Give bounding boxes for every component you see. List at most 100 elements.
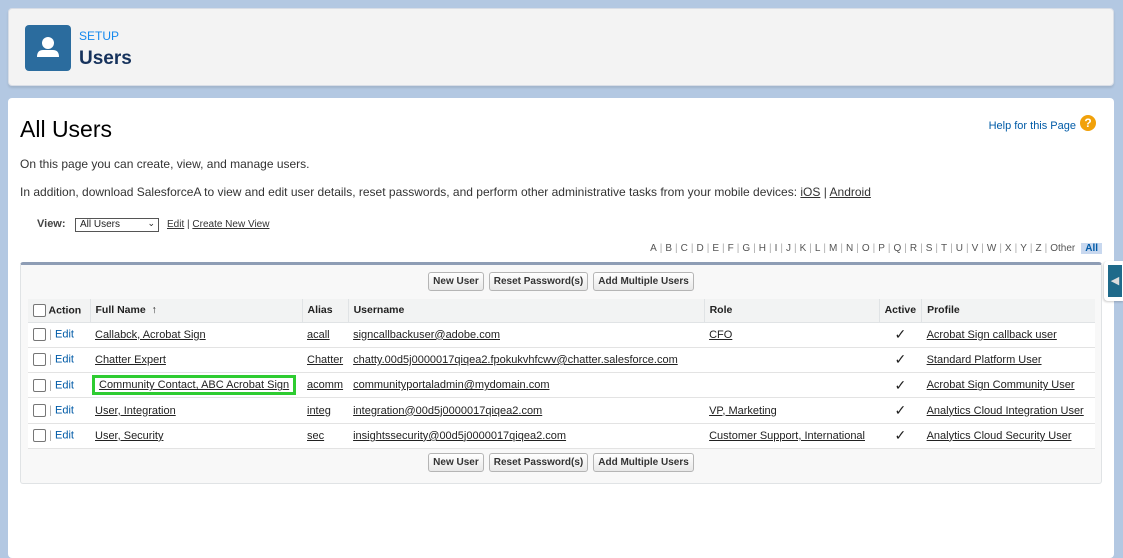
alpha-filter-item[interactable]: G bbox=[739, 243, 753, 254]
row-checkbox[interactable] bbox=[33, 404, 46, 418]
view-links: Edit | Create New View bbox=[167, 219, 269, 230]
alpha-filter-item[interactable]: T bbox=[938, 243, 950, 254]
row-checkbox[interactable] bbox=[33, 429, 46, 443]
alpha-filter-item[interactable]: U bbox=[953, 243, 966, 254]
bottom-buttons: New User Reset Password(s) Add Multiple … bbox=[21, 453, 1101, 472]
column-role[interactable]: Role bbox=[703, 299, 880, 323]
alias-link[interactable]: acall bbox=[307, 329, 330, 341]
page-header: SETUP Users bbox=[8, 8, 1114, 86]
column-alias[interactable]: Alias bbox=[301, 299, 349, 323]
alpha-filter-item[interactable]: E bbox=[709, 243, 722, 254]
view-select[interactable]: All Users ⌄ bbox=[75, 218, 159, 232]
username-link[interactable]: insightssecurity@00d5j0000017qiqea2.com bbox=[353, 430, 566, 442]
alpha-filter-item[interactable]: V bbox=[969, 243, 982, 254]
row-checkbox[interactable] bbox=[33, 353, 46, 367]
edit-link[interactable]: Edit bbox=[55, 329, 74, 341]
chevron-down-icon: ⌄ bbox=[147, 218, 155, 228]
edit-link[interactable]: Edit bbox=[55, 430, 74, 442]
alpha-filter-item[interactable]: L bbox=[812, 243, 824, 254]
edit-link[interactable]: Edit bbox=[55, 404, 74, 416]
separator: | bbox=[49, 404, 52, 417]
alias-link[interactable]: acomm bbox=[307, 379, 343, 391]
profile-link[interactable]: Analytics Cloud Security User bbox=[927, 430, 1072, 442]
alpha-filter-item[interactable]: Z bbox=[1032, 243, 1044, 254]
full-name-link[interactable]: User, Security bbox=[95, 430, 163, 442]
ios-link[interactable]: iOS bbox=[800, 185, 820, 199]
alpha-filter-item[interactable]: R bbox=[907, 243, 920, 254]
alpha-filter-item[interactable]: J bbox=[783, 243, 794, 254]
mobile-text-body: In addition, download SalesforceA to vie… bbox=[20, 185, 801, 199]
column-full-name-label: Full Name bbox=[95, 304, 146, 317]
new-user-button[interactable]: New User bbox=[428, 453, 484, 472]
full-name-link[interactable]: Community Contact, ABC Acrobat Sign bbox=[91, 375, 297, 396]
role-link[interactable]: CFO bbox=[709, 329, 732, 341]
create-view-link[interactable]: Create New View bbox=[192, 219, 269, 230]
alpha-filter-item[interactable]: F bbox=[725, 243, 737, 254]
profile-link[interactable]: Standard Platform User bbox=[927, 354, 1042, 366]
select-all-checkbox[interactable] bbox=[33, 303, 46, 317]
alpha-filter-item[interactable]: Other bbox=[1047, 243, 1078, 254]
collapse-left-icon: ◀ bbox=[1108, 265, 1122, 297]
username-link[interactable]: integration@00d5j0000017qiqea2.com bbox=[353, 405, 542, 417]
breadcrumb-setup[interactable]: SETUP bbox=[79, 29, 119, 43]
username-link[interactable]: signcallbackuser@adobe.com bbox=[353, 329, 500, 341]
column-profile[interactable]: Profile bbox=[921, 299, 1095, 323]
alpha-filter-item[interactable]: X bbox=[1002, 243, 1015, 254]
active-checkmark-icon: ✓ bbox=[879, 347, 922, 374]
column-username[interactable]: Username bbox=[347, 299, 705, 323]
alpha-filter-item[interactable]: A bbox=[647, 243, 660, 254]
row-checkbox[interactable] bbox=[33, 378, 46, 392]
edit-link[interactable]: Edit bbox=[55, 379, 74, 391]
alias-link[interactable]: Chatter bbox=[307, 354, 343, 366]
alpha-filter-item[interactable]: K bbox=[797, 243, 810, 254]
android-link[interactable]: Android bbox=[830, 185, 871, 199]
active-checkmark-icon: ✓ bbox=[879, 397, 922, 424]
reset-password-button[interactable]: Reset Password(s) bbox=[488, 453, 589, 472]
alpha-filter-item[interactable]: B bbox=[662, 243, 675, 254]
active-checkmark-icon: ✓ bbox=[879, 423, 922, 449]
add-multiple-users-button[interactable]: Add Multiple Users bbox=[593, 272, 694, 291]
column-active[interactable]: Active bbox=[878, 299, 922, 323]
profile-link[interactable]: Analytics Cloud Integration User bbox=[927, 405, 1084, 417]
add-multiple-users-button[interactable]: Add Multiple Users bbox=[593, 453, 694, 472]
alias-link[interactable]: integ bbox=[307, 405, 331, 417]
column-full-name[interactable]: Full Name ↑ bbox=[89, 299, 302, 323]
view-label: View: bbox=[37, 218, 66, 230]
alpha-filter-item[interactable]: H bbox=[756, 243, 769, 254]
table-row: | Edit User, Integration integ integrati… bbox=[28, 397, 1095, 424]
sidebar-toggle[interactable]: ◀ bbox=[1104, 261, 1123, 301]
edit-link[interactable]: Edit bbox=[55, 354, 74, 366]
full-name-link[interactable]: Chatter Expert bbox=[95, 354, 166, 366]
row-checkbox[interactable] bbox=[33, 328, 46, 342]
alpha-filter-item[interactable]: C bbox=[678, 243, 691, 254]
separator: | bbox=[49, 429, 52, 442]
role-link[interactable]: Customer Support, International bbox=[709, 430, 865, 442]
help-icon[interactable]: ? bbox=[1080, 115, 1096, 131]
role-link[interactable]: VP, Marketing bbox=[709, 405, 777, 417]
alpha-filter-item[interactable]: P bbox=[875, 243, 888, 254]
alpha-filter-item[interactable]: W bbox=[984, 243, 999, 254]
profile-link[interactable]: Acrobat Sign callback user bbox=[927, 329, 1057, 341]
alpha-filter-item[interactable]: M bbox=[826, 243, 840, 254]
alpha-filter-all[interactable]: All bbox=[1081, 243, 1102, 254]
alpha-filter-item[interactable]: D bbox=[694, 243, 707, 254]
profile-link[interactable]: Acrobat Sign Community User bbox=[927, 379, 1075, 391]
alpha-filter-item[interactable]: N bbox=[843, 243, 856, 254]
alias-link[interactable]: sec bbox=[307, 430, 324, 442]
alpha-filter-item[interactable]: Y bbox=[1017, 243, 1030, 254]
username-link[interactable]: chatty.00d5j0000017qiqea2.fpokukvhfcwv@c… bbox=[353, 354, 678, 366]
new-user-button[interactable]: New User bbox=[428, 272, 484, 291]
view-selected: All Users bbox=[80, 219, 121, 230]
alpha-filter-item[interactable]: S bbox=[923, 243, 936, 254]
username-link[interactable]: communityportaladmin@mydomain.com bbox=[353, 379, 549, 391]
edit-view-link[interactable]: Edit bbox=[167, 219, 184, 230]
full-name-link[interactable]: Callabck, Acrobat Sign bbox=[95, 329, 206, 341]
help-link[interactable]: Help for this Page bbox=[989, 120, 1076, 132]
alpha-filter-item[interactable]: O bbox=[859, 243, 873, 254]
users-table: Action Full Name ↑ Alias Username Role A… bbox=[28, 299, 1095, 449]
full-name-link[interactable]: User, Integration bbox=[95, 405, 176, 417]
alpha-filter-item[interactable]: Q bbox=[891, 243, 905, 254]
header-title: Users bbox=[79, 48, 132, 69]
reset-password-button[interactable]: Reset Password(s) bbox=[488, 272, 589, 291]
alpha-filter-item[interactable]: I bbox=[772, 243, 781, 254]
